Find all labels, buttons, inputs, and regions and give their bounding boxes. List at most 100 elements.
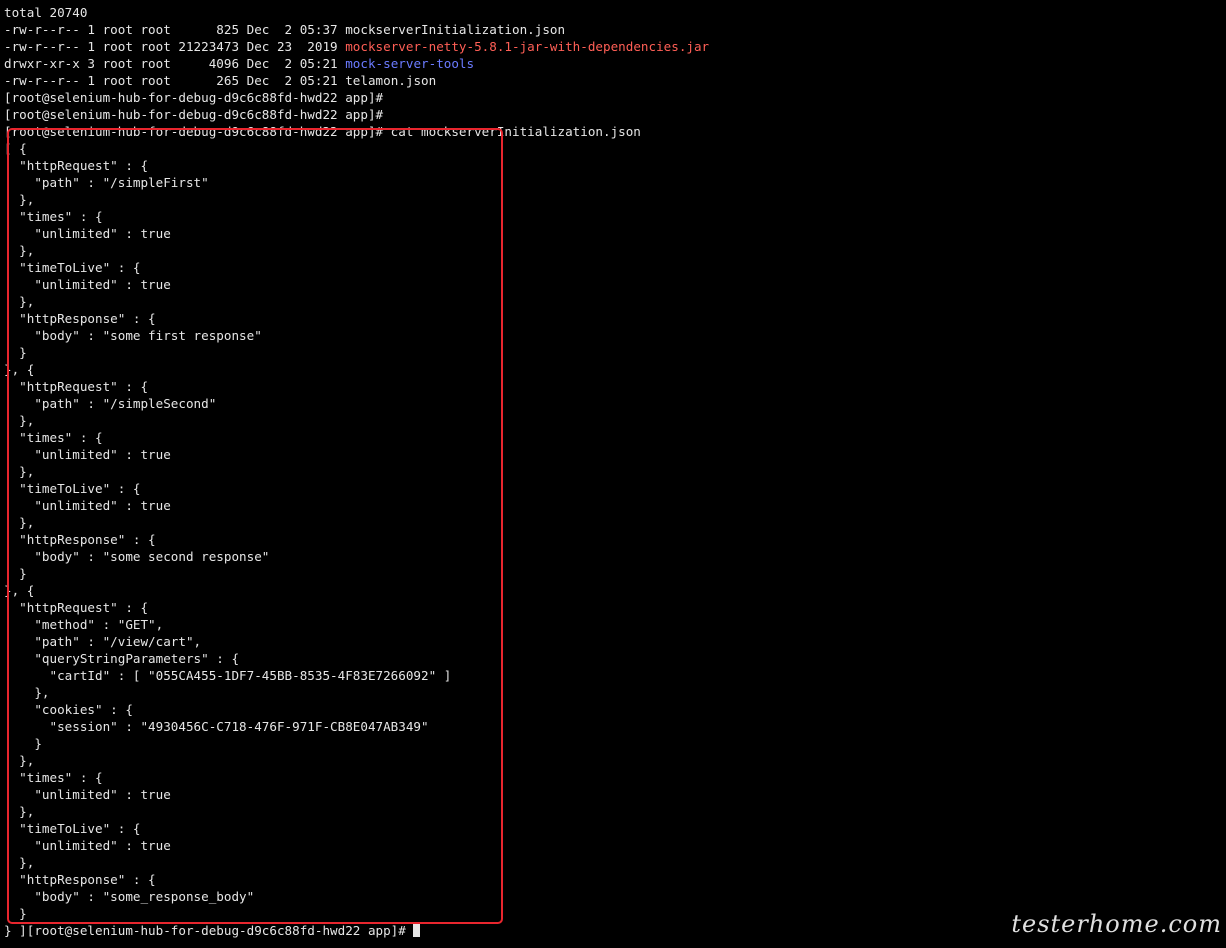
line-text: [root@selenium-hub-for-debug-d9c6c88fd-h… [4,124,641,139]
line-text: "httpResponse" : { [4,532,156,547]
terminal-line: "method" : "GET", [4,616,1222,633]
line-text: "unlimited" : true [4,447,171,462]
terminal-line: "cookies" : { [4,701,1222,718]
line-text: "times" : { [4,209,103,224]
terminal-line: }, [4,412,1222,429]
line-text: "path" : "/simpleSecond" [4,396,217,411]
line-text: "body" : "some_response_body" [4,889,255,904]
line-text: "httpRequest" : { [4,158,149,173]
line-text: }, [4,515,35,530]
line-text: }, [4,753,35,768]
terminal-line: "path" : "/simpleSecond" [4,395,1222,412]
line-text: "method" : "GET", [4,617,164,632]
terminal-line: "httpRequest" : { [4,157,1222,174]
terminal-line: -rw-r--r-- 1 root root 825 Dec 2 05:37 m… [4,21,1222,38]
line-text: } [4,736,42,751]
terminal-line: "body" : "some_response_body" [4,888,1222,905]
terminal-line: }, [4,293,1222,310]
line-text: }, [4,192,35,207]
line-text: } [4,345,27,360]
line-text: "unlimited" : true [4,498,171,513]
line-text: "httpRequest" : { [4,600,149,615]
terminal-line: [ { [4,140,1222,157]
file-listing-meta: -rw-r--r-- 1 root root 825 Dec 2 05:37 [4,22,346,37]
terminal-line: "httpResponse" : { [4,531,1222,548]
line-text: "session" : "4930456C-C718-476F-971F-CB8… [4,719,429,734]
terminal-line: "cartId" : [ "055CA455-1DF7-45BB-8535-4F… [4,667,1222,684]
terminal-line: "body" : "some second response" [4,548,1222,565]
line-text: }, [4,685,50,700]
line-text: }, [4,804,35,819]
line-text: } ][root@selenium-hub-for-debug-d9c6c88f… [4,923,414,938]
terminal-line: "body" : "some first response" [4,327,1222,344]
file-name: mockserver-netty-5.8.1-jar-with-dependen… [345,39,710,54]
line-text: }, [4,413,35,428]
terminal-line: "httpResponse" : { [4,310,1222,327]
terminal-line: } [4,565,1222,582]
line-text: "times" : { [4,770,103,785]
terminal-line: }, [4,803,1222,820]
line-text: "body" : "some first response" [4,328,262,343]
line-text: }, { [4,362,35,377]
terminal-line: [root@selenium-hub-for-debug-d9c6c88fd-h… [4,123,1222,140]
terminal-line: "unlimited" : true [4,497,1222,514]
line-text: "path" : "/simpleFirst" [4,175,209,190]
terminal-line: }, [4,684,1222,701]
terminal-cursor[interactable] [413,923,421,937]
terminal-line: "timeToLive" : { [4,820,1222,837]
line-text: [root@selenium-hub-for-debug-d9c6c88fd-h… [4,90,384,105]
line-text: "httpResponse" : { [4,872,156,887]
terminal-line: }, [4,514,1222,531]
terminal-output: total 20740 -rw-r--r-- 1 root root 825 De… [4,4,1222,939]
terminal-line: "times" : { [4,769,1222,786]
line-text: "unlimited" : true [4,838,171,853]
file-name: mock-server-tools [345,56,475,71]
line-text: }, [4,243,35,258]
line-text: "timeToLive" : { [4,481,141,496]
terminal-line: [root@selenium-hub-for-debug-d9c6c88fd-h… [4,89,1222,106]
line-text: } [4,566,27,581]
terminal-line: "times" : { [4,208,1222,225]
terminal-line: "unlimited" : true [4,225,1222,242]
terminal-line: }, [4,752,1222,769]
line-text: }, [4,464,35,479]
terminal-line: } [4,344,1222,361]
line-text: telamon.json [345,73,437,88]
terminal-line: "unlimited" : true [4,786,1222,803]
terminal-line: "httpRequest" : { [4,378,1222,395]
line-text: "timeToLive" : { [4,821,141,836]
line-text: }, { [4,583,35,598]
line-text: } [4,906,27,921]
line-text: "body" : "some second response" [4,549,270,564]
terminal-line: "unlimited" : true [4,276,1222,293]
terminal-line: "unlimited" : true [4,446,1222,463]
terminal-window[interactable]: total 20740 -rw-r--r-- 1 root root 825 De… [4,4,1222,944]
file-listing-meta: drwxr-xr-x 3 root root 4096 Dec 2 05:21 [4,56,346,71]
terminal-line: "times" : { [4,429,1222,446]
terminal-line: -rw-r--r-- 1 root root 265 Dec 2 05:21 t… [4,72,1222,89]
line-text: [ { [4,141,27,156]
terminal-line: }, [4,463,1222,480]
file-listing-meta: -rw-r--r-- 1 root root 21223473 Dec 23 2… [4,39,346,54]
line-text: total 20740 [4,5,88,20]
line-text: mockserverInitialization.json [345,22,566,37]
terminal-line: "queryStringParameters" : { [4,650,1222,667]
line-text: }, [4,855,35,870]
terminal-line: "httpRequest" : { [4,599,1222,616]
line-text: "unlimited" : true [4,787,171,802]
line-text: "cookies" : { [4,702,133,717]
line-text: "queryStringParameters" : { [4,651,240,666]
line-text: [root@selenium-hub-for-debug-d9c6c88fd-h… [4,107,384,122]
line-text: "cartId" : [ "055CA455-1DF7-45BB-8535-4F… [4,668,452,683]
line-text: "httpRequest" : { [4,379,149,394]
line-text: "times" : { [4,430,103,445]
terminal-line: [root@selenium-hub-for-debug-d9c6c88fd-h… [4,106,1222,123]
terminal-line: }, [4,242,1222,259]
line-text: "path" : "/view/cart", [4,634,202,649]
terminal-line: }, [4,854,1222,871]
file-listing-meta: -rw-r--r-- 1 root root 265 Dec 2 05:21 [4,73,346,88]
terminal-line: }, { [4,582,1222,599]
line-text: "unlimited" : true [4,226,171,241]
line-text: "timeToLive" : { [4,260,141,275]
watermark: testerhome.com [1011,910,1222,938]
